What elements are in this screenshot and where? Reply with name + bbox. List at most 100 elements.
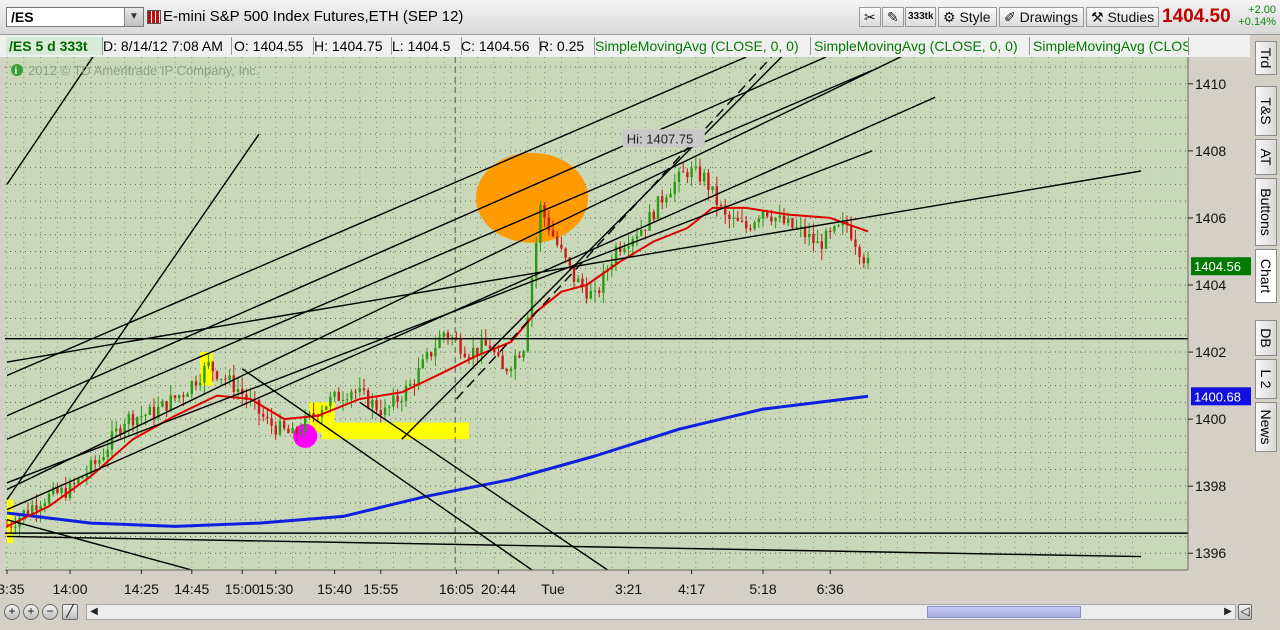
price-bar-body bbox=[652, 211, 655, 220]
price-bar-body bbox=[110, 431, 114, 450]
time-tick-label: 14:25 bbox=[124, 581, 159, 597]
price-axis[interactable]: 1396 1398 1400 1402 1404 1406 1408 1410 bbox=[1187, 57, 1252, 600]
price-bar-body bbox=[598, 290, 601, 293]
study-label-2[interactable]: SimpleMovingAvg (CLOSE, 0, 0) bbox=[811, 37, 1030, 55]
price-bar-body bbox=[77, 478, 80, 484]
scroll-left-icon[interactable]: ◀ bbox=[88, 606, 100, 618]
side-tab-l2[interactable]: L 2 bbox=[1255, 359, 1277, 399]
price-bar-body bbox=[501, 355, 504, 370]
side-tab-at[interactable]: AT bbox=[1255, 139, 1277, 175]
price-chart[interactable]: 1396 1398 1400 1402 1404 1406 1408 1410 13:35 14… bbox=[0, 57, 1252, 600]
bar-range: R: 0.25 bbox=[536, 37, 595, 55]
price-bar-body bbox=[694, 166, 697, 169]
studies-button[interactable]: ⚒ Studies bbox=[1086, 7, 1159, 27]
symbol-period[interactable]: /ES 5 d 333t bbox=[6, 37, 103, 55]
price-bar-body bbox=[753, 222, 756, 229]
side-tab-db[interactable]: DB bbox=[1255, 320, 1277, 356]
price-bar-body bbox=[824, 230, 828, 249]
price-bar-body bbox=[404, 385, 408, 401]
price-bar-body bbox=[442, 332, 445, 337]
style-button[interactable]: ⚙ Style bbox=[938, 7, 997, 27]
symbol-description: E-mini S&P 500 Index Futures,ETH (SEP 12… bbox=[163, 8, 464, 25]
time-axis[interactable]: 13:35 14:00 14:25 14:45 15:0015:30 15:40 15:55… bbox=[0, 569, 1252, 600]
pan-icon[interactable]: + bbox=[4, 604, 20, 620]
price-bar-body bbox=[304, 416, 307, 432]
price-bar-body bbox=[476, 347, 479, 355]
drawings-button[interactable]: ✐ Drawings bbox=[999, 7, 1084, 27]
price-bar-body bbox=[728, 214, 731, 219]
price-bar-body bbox=[362, 388, 366, 391]
price-bar-body bbox=[236, 388, 240, 392]
price-bar-body bbox=[178, 395, 181, 399]
price-bar-body bbox=[514, 355, 517, 369]
symbol-input[interactable]: /ES ▼ bbox=[6, 7, 144, 27]
time-tick-label: 20:44 bbox=[481, 581, 516, 597]
time-tick-label: Tue bbox=[541, 581, 565, 597]
price-bar-body bbox=[787, 218, 790, 224]
price-bar-body bbox=[140, 416, 143, 418]
symbol-text: /ES bbox=[11, 9, 34, 25]
price-bar-body bbox=[644, 229, 647, 231]
side-tab-ts[interactable]: T&S bbox=[1255, 86, 1277, 136]
price-bar-body bbox=[732, 217, 735, 219]
copyright-watermark: 2012 © TD Ameritrade IP Company, Inc. bbox=[28, 63, 259, 78]
time-tick-label: 4:17 bbox=[678, 581, 705, 597]
price-tick-label: 1400 bbox=[1195, 411, 1226, 427]
side-tab-buttons[interactable]: Buttons bbox=[1255, 178, 1277, 246]
price-bar-body bbox=[509, 368, 513, 372]
price-bar-body bbox=[388, 406, 391, 408]
price-bar-body bbox=[232, 375, 235, 392]
side-tab-news[interactable]: News bbox=[1255, 402, 1277, 452]
price-bar-body bbox=[257, 399, 261, 414]
price-bar-body bbox=[337, 391, 340, 401]
time-tick-label: 14:00 bbox=[52, 581, 87, 597]
side-tab-bar: Trd T&S AT Buttons Chart DB L 2 News bbox=[1252, 35, 1280, 630]
crosshair-button[interactable]: ✎ bbox=[882, 7, 904, 27]
study-label-3[interactable]: SimpleMovingAvg (CLOSE, 0, 0) bbox=[1030, 37, 1189, 55]
price-bar-body bbox=[497, 352, 500, 356]
price-bar-body bbox=[392, 395, 395, 407]
price-bar-body bbox=[207, 361, 210, 366]
time-tick-label: 13:35 bbox=[0, 581, 25, 597]
scissors-icon: ✂ bbox=[864, 9, 876, 25]
price-bar-body bbox=[665, 197, 668, 203]
price-axis-bg bbox=[1188, 57, 1252, 600]
price-bar-body bbox=[434, 347, 437, 357]
price-bar-body bbox=[572, 265, 576, 282]
study-label-1[interactable]: SimpleMovingAvg (CLOSE, 0, 0) bbox=[592, 37, 811, 55]
price-bar-body bbox=[31, 505, 34, 515]
scroll-expand-icon[interactable]: ◁ bbox=[1238, 604, 1252, 620]
drawing-tool-icon[interactable]: ╱ bbox=[62, 604, 78, 620]
info-icon-glyph: i bbox=[15, 66, 18, 77]
zoom-in-icon[interactable]: + bbox=[23, 604, 39, 620]
price-bar-body bbox=[858, 246, 861, 258]
price-bar-body bbox=[690, 168, 693, 178]
side-tab-trd[interactable]: Trd bbox=[1255, 41, 1277, 75]
price-bar-body bbox=[413, 383, 416, 385]
tools-button[interactable]: ✂ bbox=[859, 7, 881, 27]
scrollbar-thumb[interactable] bbox=[927, 606, 1081, 618]
price-bar-body bbox=[698, 166, 702, 182]
time-scrollbar[interactable]: ◀ ▶ bbox=[86, 604, 1236, 620]
price-bar-body bbox=[656, 196, 660, 220]
time-tick-label: 16:05 bbox=[439, 581, 474, 597]
symbol-table-icon[interactable] bbox=[147, 10, 161, 24]
aggregation-button[interactable]: 333tk bbox=[905, 7, 936, 27]
price-bar-body bbox=[446, 332, 450, 339]
side-tab-chart[interactable]: Chart bbox=[1255, 249, 1277, 303]
zoom-out-icon[interactable]: − bbox=[42, 604, 58, 620]
price-bar-body bbox=[682, 171, 685, 173]
price-bar-body bbox=[186, 393, 189, 397]
price-bar-body bbox=[106, 449, 109, 458]
price-bar-body bbox=[274, 425, 277, 435]
price-bar-body bbox=[518, 355, 521, 358]
price-bar-body bbox=[556, 236, 559, 245]
price-bar-body bbox=[757, 218, 760, 223]
price-bar-body bbox=[161, 401, 164, 407]
price-bar-body bbox=[278, 420, 282, 435]
price-tick-label: 1408 bbox=[1195, 143, 1226, 159]
price-bar-body bbox=[396, 395, 399, 402]
symbol-dropdown-arrow-icon[interactable]: ▼ bbox=[124, 8, 143, 26]
scroll-right-icon[interactable]: ▶ bbox=[1222, 606, 1234, 618]
price-bar-body bbox=[47, 493, 51, 504]
